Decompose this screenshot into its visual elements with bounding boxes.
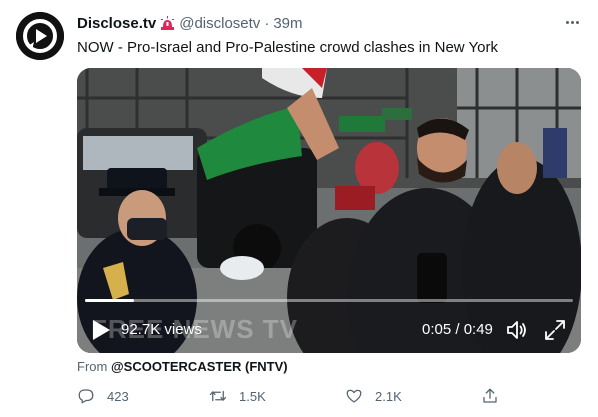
video-player[interactable]: FREE NEWS TV 92.7K views 0:05 / 0:49 [77, 68, 581, 353]
play-icon[interactable] [91, 319, 111, 341]
like-count: 2.1K [375, 388, 402, 404]
retweet-button[interactable]: 1.5K [209, 384, 266, 408]
author-name[interactable]: Disclose.tv [77, 15, 156, 32]
avatar[interactable] [16, 12, 64, 60]
tweet-header: Disclose.tv @disclosetv · 39m [77, 12, 303, 34]
reply-count: 423 [107, 388, 129, 404]
siren-icon [160, 15, 175, 31]
volume-icon[interactable] [505, 318, 529, 342]
video-timecode: 0:05 / 0:49 [422, 321, 493, 338]
retweet-count: 1.5K [239, 388, 266, 404]
reply-icon [78, 389, 94, 404]
video-progress-bar[interactable] [85, 299, 573, 302]
video-source: From @SCOOTERCASTER (FNTV) [77, 358, 288, 376]
fullscreen-icon[interactable] [543, 318, 567, 342]
share-button[interactable] [481, 384, 511, 408]
share-icon [483, 388, 497, 403]
more-icon[interactable] [562, 12, 582, 32]
tweet-text: NOW - Pro-Israel and Pro-Palestine crowd… [77, 39, 498, 56]
video-progress-fill [85, 299, 134, 302]
heart-icon [346, 389, 362, 403]
source-account[interactable]: @SCOOTERCASTER (FNTV) [111, 359, 288, 374]
tweet-timestamp[interactable]: 39m [273, 15, 302, 32]
disclose-logo-icon [16, 12, 64, 60]
reply-button[interactable]: 423 [77, 384, 129, 408]
view-count: 92.7K views [121, 321, 202, 338]
video-frame [77, 68, 581, 353]
author-handle[interactable]: @disclosetv [179, 15, 260, 32]
source-prefix: From [77, 359, 108, 374]
like-button[interactable]: 2.1K [345, 384, 402, 408]
tweet-actions: 423 1.5K 2.1K [0, 384, 598, 408]
retweet-icon [209, 390, 227, 402]
separator-dot: · [264, 14, 270, 32]
